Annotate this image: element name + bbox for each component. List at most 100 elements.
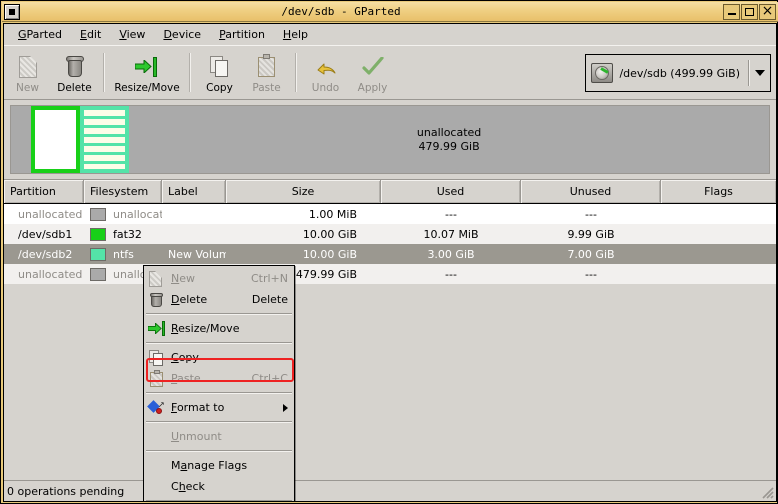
disk-map-unallocated-line2: 479.99 GiB <box>417 140 481 154</box>
undo-arrow-glyph <box>315 58 337 76</box>
toolbar-resize-move-button[interactable]: Resize/Move <box>110 46 184 99</box>
paste-icon <box>148 371 165 387</box>
cell-unused: 7.00 GiB <box>521 248 661 261</box>
context-menu-item-new[interactable]: New Ctrl+N <box>144 268 294 289</box>
new-partition-icon <box>15 54 41 80</box>
context-menu-item-delete[interactable]: Delete Delete <box>144 289 294 310</box>
cell-size: 10.00 GiB <box>226 228 381 241</box>
cell-filesystem: ntfs <box>84 248 162 261</box>
toolbar-undo-button[interactable]: Undo <box>302 46 349 99</box>
context-menu-item-unmount[interactable]: Unmount <box>144 426 294 447</box>
paste-icon <box>254 54 280 80</box>
undo-icon <box>313 54 339 80</box>
context-menu-label-unmount: Unmount <box>171 430 276 443</box>
menubar-label-edit: dit <box>87 28 101 41</box>
cell-partition: /dev/sdb2 <box>4 248 84 261</box>
window-menu-icon[interactable] <box>4 4 20 20</box>
resize-move-icon <box>148 321 165 337</box>
context-menu-item-check[interactable]: Check <box>144 476 294 497</box>
cell-filesystem-label: unallocated <box>113 208 162 221</box>
context-menu-item-resize-move[interactable]: Resize/Move <box>144 318 294 339</box>
cell-label: New Volume <box>162 248 226 261</box>
menubar-label-device: evice <box>172 28 201 41</box>
context-menu-item-paste[interactable]: Paste Ctrl+C <box>144 368 294 389</box>
disk-map-segment-sdb2[interactable] <box>80 106 129 173</box>
column-header-label[interactable]: Label <box>162 180 226 203</box>
table-row[interactable]: unallocated unallocated 1.00 MiB --- --- <box>4 204 776 224</box>
toolbar-paste-button[interactable]: Paste <box>243 46 290 99</box>
filesystem-color-swatch <box>90 228 106 241</box>
cell-unused: --- <box>521 208 661 221</box>
column-header-flags[interactable]: Flags <box>661 180 776 203</box>
context-menu-label-new: New <box>171 272 239 285</box>
partition-context-menu[interactable]: New Ctrl+N Delete Delete <box>143 265 295 502</box>
cell-used: --- <box>381 268 521 281</box>
menubar-label-partition: artition <box>225 28 265 41</box>
disk-map[interactable]: unallocated 479.99 GiB <box>10 105 770 174</box>
toolbar-resize-move-label: Resize/Move <box>114 82 179 94</box>
table-row[interactable]: unallocated unallocated 479.99 GiB --- -… <box>4 264 776 284</box>
resize-grip-icon[interactable] <box>760 485 774 499</box>
disk-map-segment-unallocated-tail[interactable]: unallocated 479.99 GiB <box>129 106 769 173</box>
column-header-partition[interactable]: Partition <box>4 180 84 203</box>
submenu-arrow-icon <box>283 404 288 412</box>
context-menu-label-resize-move: Resize/Move <box>171 322 276 335</box>
toolbar-separator-3 <box>295 53 297 92</box>
menubar-label-help: elp <box>291 28 308 41</box>
toolbar-delete-label: Delete <box>57 82 92 94</box>
device-selector[interactable]: /dev/sdb (499.99 GiB) <box>585 54 771 92</box>
chevron-down-icon[interactable] <box>755 70 765 76</box>
context-menu-accel-new: Ctrl+N <box>251 272 288 285</box>
disk-map-segment-sdb1[interactable] <box>31 106 80 173</box>
menubar-item-device[interactable]: Device <box>154 26 210 44</box>
menubar-item-view[interactable]: View <box>110 26 154 44</box>
column-header-used[interactable]: Used <box>381 180 521 203</box>
copy-icon <box>207 54 233 80</box>
disk-map-segment-unallocated-lead[interactable] <box>11 106 31 173</box>
menubar-item-edit[interactable]: Edit <box>71 26 110 44</box>
empty-icon-slot <box>148 429 165 445</box>
context-menu-label-format-to: Format to <box>171 401 277 414</box>
delete-partition-icon <box>148 292 165 308</box>
table-row[interactable]: /dev/sdb2 ntfs New Volume 10.00 GiB 3.00… <box>4 244 776 264</box>
green-arrow-glyph <box>148 323 162 334</box>
toolbar-copy-button[interactable]: Copy <box>196 46 243 99</box>
context-menu-label-delete: Delete <box>171 293 240 306</box>
window-titlebar[interactable]: /dev/sdb - GParted <box>2 2 778 22</box>
table-row[interactable]: /dev/sdb1 fat32 10.00 GiB 10.07 MiB 9.99… <box>4 224 776 244</box>
toolbar-delete-button[interactable]: Delete <box>51 46 98 99</box>
cell-used: 10.07 MiB <box>381 228 521 241</box>
cell-used: --- <box>381 208 521 221</box>
menubar-label-view: iew <box>127 28 146 41</box>
maximize-icon[interactable] <box>741 4 758 20</box>
context-menu-item-copy[interactable]: Copy <box>144 347 294 368</box>
device-selector-divider <box>748 60 750 86</box>
statusbar-text: 0 operations pending <box>7 485 124 498</box>
window-frame: /dev/sdb - GParted GParted Edit View Dev… <box>0 0 778 504</box>
cell-filesystem: fat32 <box>84 228 162 241</box>
close-icon[interactable] <box>759 4 776 20</box>
green-arrow-glyph <box>135 60 152 73</box>
cell-filesystem-label: ntfs <box>113 248 134 261</box>
menubar-item-gparted[interactable]: GParted <box>9 26 71 44</box>
menubar-item-partition[interactable]: Partition <box>210 26 274 44</box>
cell-filesystem-label: fat32 <box>113 228 142 241</box>
context-menu-item-format-to[interactable]: ↗ Format to <box>144 397 294 418</box>
context-menu-separator <box>146 500 292 502</box>
toolbar-new-button[interactable]: New <box>4 46 51 99</box>
toolbar-undo-label: Undo <box>312 82 339 94</box>
app-client-area: GParted Edit View Device Partition Help … <box>3 23 777 502</box>
toolbar-new-label: New <box>16 82 39 94</box>
empty-icon-slot <box>148 479 165 495</box>
column-header-size[interactable]: Size <box>226 180 381 203</box>
toolbar-apply-button[interactable]: Apply <box>349 46 396 99</box>
minimize-icon[interactable] <box>723 4 740 20</box>
cell-unused: 9.99 GiB <box>521 228 661 241</box>
context-menu-item-manage-flags[interactable]: Manage Flags <box>144 455 294 476</box>
column-header-unused[interactable]: Unused <box>521 180 661 203</box>
toolbar-separator-1 <box>103 53 105 92</box>
column-header-filesystem[interactable]: Filesystem <box>84 180 162 203</box>
context-menu-label-check: Check <box>171 480 288 493</box>
menubar-item-help[interactable]: Help <box>274 26 317 44</box>
checkmark-glyph <box>362 57 384 77</box>
